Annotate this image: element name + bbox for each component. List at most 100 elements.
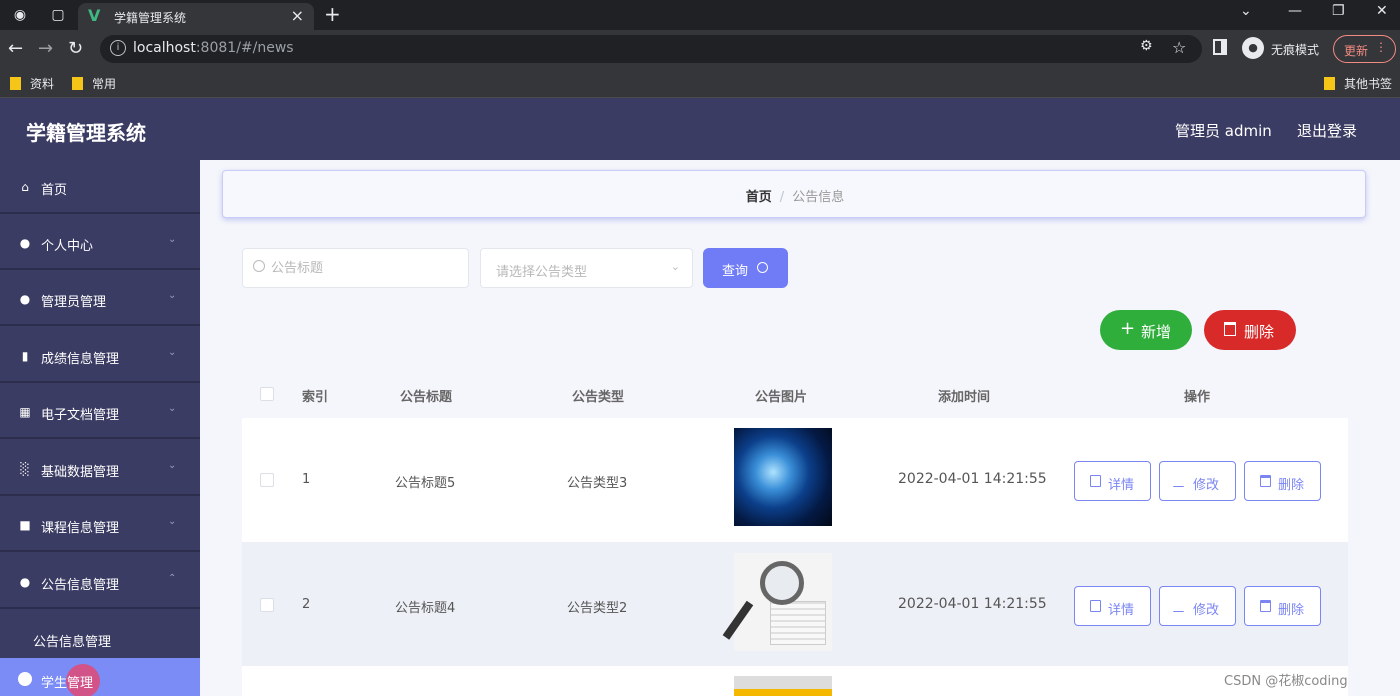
breadcrumb-home[interactable]: 首页 <box>746 190 772 205</box>
tab-title: 学籍管理系统 <box>114 11 187 25</box>
admin-label: 管理员 admin <box>1175 122 1272 140</box>
sidebar-item-home[interactable]: ⌂ 首页 <box>0 160 200 214</box>
notice-type-select[interactable]: 请选择公告类型 ⌄ <box>480 248 693 288</box>
add-label: 新增 <box>1141 323 1172 341</box>
column-header: 公告类型 <box>572 390 625 405</box>
row-time: 2022-04-01 14:21:55 <box>898 596 1047 612</box>
row-title: 公告标题4 <box>395 601 456 616</box>
row-checkbox[interactable] <box>260 598 274 612</box>
chevron-down-icon: ⌄ <box>168 347 177 358</box>
reload-icon[interactable]: ↻ <box>68 38 83 59</box>
url-text[interactable]: localhost:8081/#/news <box>133 40 294 56</box>
document-icon <box>1090 600 1101 612</box>
sidebar-item-document-management[interactable]: ▦ 电子文档管理 ⌄ <box>0 385 200 439</box>
browser-tab[interactable]: V 学籍管理系统 × <box>78 3 314 30</box>
row-type: 公告类型3 <box>567 476 628 491</box>
sidebar: ⌂ 首页 ● 个人中心 ⌄ ● 管理员管理 ⌄ ▮ 成绩信息管理 ⌄ ▦ 电子文… <box>0 160 200 696</box>
table-row: 1 公告标题5 公告类型3 2022-04-01 14:21:55 详情 修改 … <box>242 418 1348 542</box>
edit-button[interactable]: 修改 <box>1159 586 1236 626</box>
row-type: 公告类型2 <box>567 601 628 616</box>
row-title: 公告标题5 <box>395 476 456 491</box>
new-tab-icon[interactable]: + <box>324 2 341 26</box>
search-icon <box>253 260 265 272</box>
select-all-checkbox[interactable] <box>260 387 274 401</box>
side-panel-icon[interactable] <box>1213 39 1227 55</box>
chevron-down-icon: ⌄ <box>168 516 177 527</box>
detail-label: 详情 <box>1108 478 1135 493</box>
sidebar-item-label: 公告信息管理 <box>41 578 120 593</box>
row-checkbox[interactable] <box>260 473 274 487</box>
edit-button[interactable]: 修改 <box>1159 461 1236 501</box>
table-header: 索引 公告标题 公告类型 公告图片 添加时间 操作 <box>242 370 1348 418</box>
bookmarks-bar: 资料 常用 其他书签 <box>0 68 1400 98</box>
incognito-label: 无痕模式 <box>1271 43 1320 57</box>
other-bookmarks[interactable]: 其他书签 <box>1324 75 1392 92</box>
sidebar-item-student-management[interactable]: 学生管理 <box>0 658 200 696</box>
chevron-down-icon: ⌄ <box>168 234 177 245</box>
chevron-up-icon: ⌃ <box>168 573 177 584</box>
table-row: 2 公告标题4 公告类型2 2022-04-01 14:21:55 详情 修改 … <box>242 542 1348 666</box>
delete-button[interactable]: 删除 <box>1244 586 1321 626</box>
update-button[interactable]: 更新 ⋮ <box>1333 35 1396 63</box>
sidebar-item-base-data-management[interactable]: ░ 基础数据管理 ⌄ <box>0 442 200 496</box>
column-header: 公告标题 <box>400 390 453 405</box>
window-close-icon[interactable]: ✕ <box>1376 3 1388 19</box>
breadcrumb-separator: / <box>779 190 785 205</box>
column-header: 索引 <box>302 390 329 405</box>
sidebar-item-admin-management[interactable]: ● 管理员管理 ⌄ <box>0 272 200 326</box>
password-key-icon[interactable]: ⚙ <box>1140 38 1153 54</box>
back-icon[interactable]: ← <box>8 38 23 59</box>
tab-list-chevron-icon[interactable]: ⌄ <box>1240 3 1252 19</box>
lens-shape <box>760 561 804 605</box>
csdn-watermark: CSDN @花椒coding <box>1224 674 1348 689</box>
logout-link[interactable]: 退出登录 <box>1297 120 1357 141</box>
sidebar-subitem-notice[interactable]: 公告信息管理 <box>0 611 200 665</box>
address-toolbar: ← → ↻ i localhost:8081/#/news ⚙ ☆ ● 无痕模式… <box>0 30 1400 68</box>
site-info-icon[interactable]: i <box>110 40 126 56</box>
menu-kebab-icon[interactable]: ⋮ <box>1375 40 1387 54</box>
sidebar-item-notice-management[interactable]: ● 公告信息管理 ⌃ <box>0 555 200 609</box>
tab-close-icon[interactable]: × <box>291 6 304 25</box>
pencil-icon <box>1172 475 1189 487</box>
detail-button[interactable]: 详情 <box>1074 461 1151 501</box>
partial-thumbnail-image <box>734 676 832 696</box>
student-icon <box>18 672 32 686</box>
incognito-icon[interactable]: ● <box>1242 37 1264 59</box>
minimize-icon[interactable]: — <box>1288 3 1302 19</box>
delete-button[interactable]: 删除 <box>1244 461 1321 501</box>
sidebar-item-label: 管理员管理 <box>41 295 107 310</box>
bookmark-star-icon[interactable]: ☆ <box>1172 38 1186 57</box>
query-button[interactable]: 查询 <box>703 248 788 288</box>
sidebar-item-label: 个人中心 <box>41 239 94 254</box>
restore-icon[interactable]: ❐ <box>1332 3 1345 19</box>
table-row <box>242 666 1348 696</box>
folder-icon <box>1324 77 1335 90</box>
delete-label: 删除 <box>1244 323 1275 341</box>
row-index: 1 <box>302 472 311 487</box>
detail-button[interactable]: 详情 <box>1074 586 1151 626</box>
notice-table: 索引 公告标题 公告类型 公告图片 添加时间 操作 1 公告标题5 公告类型3 … <box>242 370 1348 696</box>
bookmark-folder[interactable]: 资料 <box>10 75 54 92</box>
chevron-down-icon: ⌄ <box>168 403 177 414</box>
title-search-input[interactable] <box>271 258 461 278</box>
delete-label: 删除 <box>1278 603 1305 618</box>
sidebar-item-personal-center[interactable]: ● 个人中心 ⌄ <box>0 216 200 270</box>
bulb-icon: ● <box>19 292 31 306</box>
column-header: 操作 <box>1184 390 1211 405</box>
bookmark-folder[interactable]: 常用 <box>72 75 116 92</box>
vue-logo-icon: V <box>88 6 101 25</box>
browser-globe-icon[interactable]: ◉ <box>10 5 30 25</box>
batch-delete-button[interactable]: 删除 <box>1204 310 1296 350</box>
column-header: 公告图片 <box>755 390 808 405</box>
sidebar-item-label: 成绩信息管理 <box>41 352 120 367</box>
sidebar-item-course-management[interactable]: ■ 课程信息管理 ⌄ <box>0 498 200 552</box>
title-search-field[interactable] <box>242 248 469 288</box>
tab-search-icon[interactable]: ▢ <box>48 5 68 25</box>
sidebar-item-grade-management[interactable]: ▮ 成绩信息管理 ⌄ <box>0 329 200 383</box>
add-button[interactable]: + 新增 <box>1100 310 1192 350</box>
omnibox[interactable]: i localhost:8081/#/news ⚙ ☆ <box>100 35 1202 63</box>
forward-icon[interactable]: → <box>38 38 53 59</box>
user-icon: ● <box>19 236 31 250</box>
sidebar-item-label: 首页 <box>41 183 68 198</box>
chevron-down-icon: ⌄ <box>168 460 177 471</box>
